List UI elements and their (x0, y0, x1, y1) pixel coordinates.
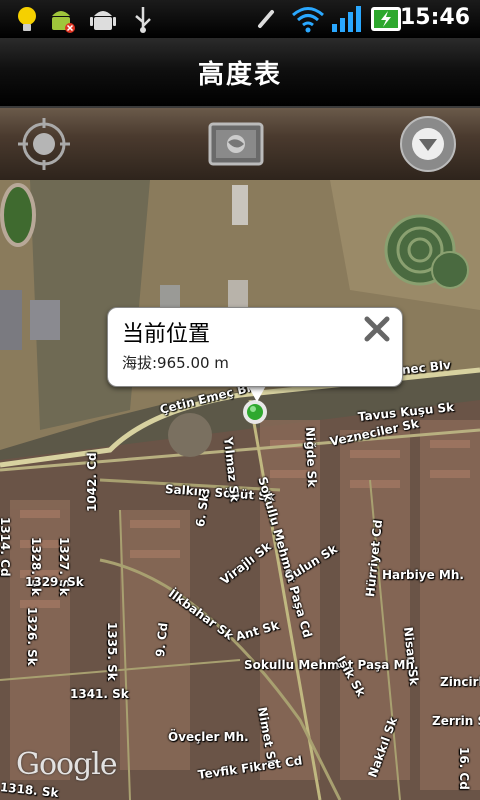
wifi-icon (292, 7, 324, 33)
street-label: 1329. Sk (25, 575, 84, 589)
menu-down-icon[interactable] (398, 114, 458, 174)
google-attribution: Google (16, 747, 118, 782)
close-icon[interactable] (362, 314, 392, 344)
location-pin-icon[interactable] (241, 398, 269, 426)
street-label: Zerrin Sk (432, 714, 480, 728)
altitude-value: 海拔:965.00 m (122, 354, 229, 372)
title-bar: 高度表 (0, 38, 480, 108)
street-label: Harbiye Mh. (382, 568, 464, 582)
street-label: 1341. Sk (70, 687, 129, 701)
locate-icon[interactable] (14, 114, 74, 174)
page-title: 高度表 (197, 59, 282, 90)
map-view[interactable]: Çetin Emeç Blv nec Blv Salkım Söğüt Sk S… (0, 180, 480, 800)
map-view-icon[interactable] (206, 114, 266, 174)
street-label: Öveçler Mh. (168, 730, 249, 744)
battery-charging-icon (371, 7, 401, 31)
street-label: 1335. Sk (105, 622, 119, 681)
lightbulb-icon (18, 7, 36, 31)
android-debug-icon (52, 11, 75, 33)
popup-title: 当前位置 (122, 322, 211, 347)
signal-icon (332, 6, 361, 32)
location-popup[interactable]: 当前位置 海拔:965.00 m (107, 307, 403, 387)
street-label: Sokullu Mehmet Paşa Mh. (244, 658, 419, 672)
toolbar (0, 108, 480, 180)
usb-icon (135, 7, 151, 33)
status-bar: 15:46 (0, 0, 480, 38)
street-label: 1042. Cd (85, 452, 99, 512)
street-label: 16. Cd (457, 747, 471, 790)
street-label: 1326. Sk (25, 607, 39, 666)
street-label: Zincirli (440, 675, 480, 689)
street-label: Niğde Sk (303, 426, 320, 488)
street-label: 1314. Cd (0, 517, 12, 577)
android-icon (90, 11, 116, 30)
vibrate-icon (258, 10, 274, 28)
status-time: 15:46 (399, 5, 470, 30)
